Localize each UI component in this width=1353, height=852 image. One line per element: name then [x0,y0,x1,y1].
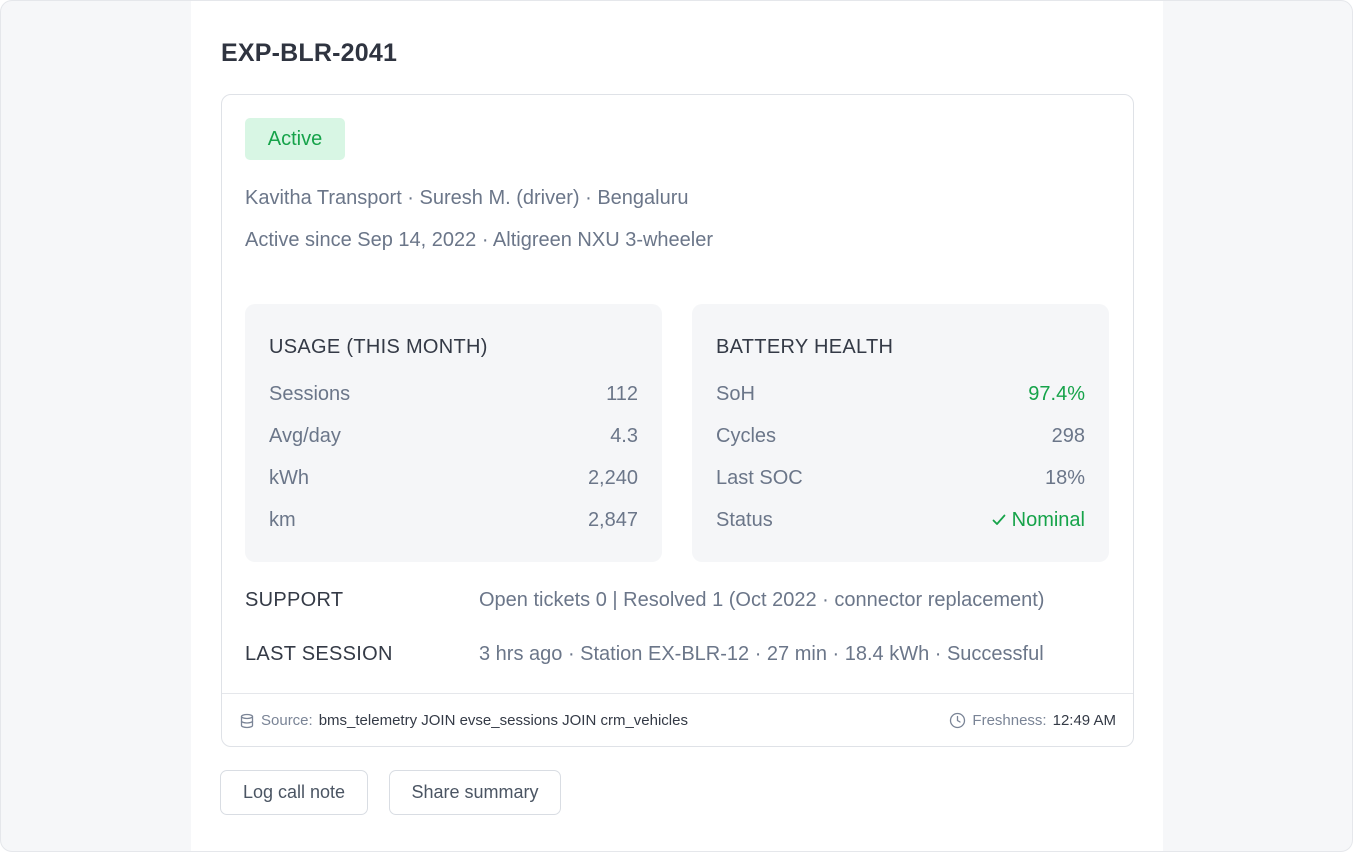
source-info: Source: bms_telemetry JOIN evse_sessions… [239,712,688,729]
share-summary-button[interactable]: Share summary [389,770,561,815]
battery-panel: BATTERY HEALTH SoH 97.4% Cycles 298 Last… [692,304,1109,562]
battery-title: BATTERY HEALTH [716,336,894,358]
battery-label: Cycles [716,424,777,447]
usage-label: kWh [269,466,309,489]
usage-label: Avg/day [269,424,341,447]
detail-panel: EXP-BLR-2041 Active Kavitha Transport · … [191,1,1163,851]
usage-row: Sessions 112 [269,380,638,408]
owner-meta: Kavitha Transport · Suresh M. (driver) ·… [245,187,689,209]
clock-icon [949,712,966,729]
usage-value: 2,240 [587,466,638,489]
database-icon [239,713,255,729]
usage-row: km 2,847 [269,506,638,534]
soh-value: 97.4% [1028,382,1085,405]
usage-value: 2,847 [587,508,638,531]
usage-panel: USAGE (THIS MONTH) Sessions 112 Avg/day … [245,304,662,562]
support-label: SUPPORT [245,589,344,611]
status-badge: Active [245,118,345,160]
usage-value: 4.3 [610,424,638,447]
freshness-info: Freshness: 12:49 AM [949,712,1116,729]
usage-title: USAGE (THIS MONTH) [269,336,488,358]
battery-row: Status Nominal [716,506,1085,534]
usage-row: kWh 2,240 [269,464,638,492]
support-value: Open tickets 0 | Resolved 1 (Oct 2022 · … [479,589,1045,611]
status-text: Nominal [1011,508,1085,531]
last-session-label: LAST SESSION [245,643,393,665]
usage-value: 112 [606,382,638,405]
page-title: EXP-BLR-2041 [221,39,398,67]
vehicle-meta: Active since Sep 14, 2022 · Altigreen NX… [245,229,714,251]
usage-label: Sessions [269,382,351,405]
last-session-value: 3 hrs ago · Station EX-BLR-12 · 27 min ·… [479,643,1044,665]
battery-value: 18% [1044,466,1085,489]
battery-label: SoH [716,382,755,405]
usage-row: Avg/day 4.3 [269,422,638,450]
status-value: Nominal [992,509,1085,532]
battery-row: Last SOC 18% [716,464,1085,492]
battery-label: Last SOC [716,466,803,489]
battery-row: Cycles 298 [716,422,1085,450]
source-label: Source: [261,712,313,729]
freshness-label: Freshness: [972,712,1047,729]
battery-row: SoH 97.4% [716,380,1085,408]
source-value: bms_telemetry JOIN evse_sessions JOIN cr… [318,712,688,729]
freshness-value: 12:49 AM [1052,712,1116,729]
battery-label: Status [716,508,773,531]
card-footer: Source: bms_telemetry JOIN evse_sessions… [222,693,1133,747]
log-call-note-button[interactable]: Log call note [220,770,368,815]
vehicle-card: Active Kavitha Transport · Suresh M. (dr… [221,94,1134,747]
usage-label: km [269,508,296,531]
battery-value: 298 [1051,424,1085,447]
app-window: EXP-BLR-2041 Active Kavitha Transport · … [0,0,1353,852]
check-icon [992,509,1006,532]
